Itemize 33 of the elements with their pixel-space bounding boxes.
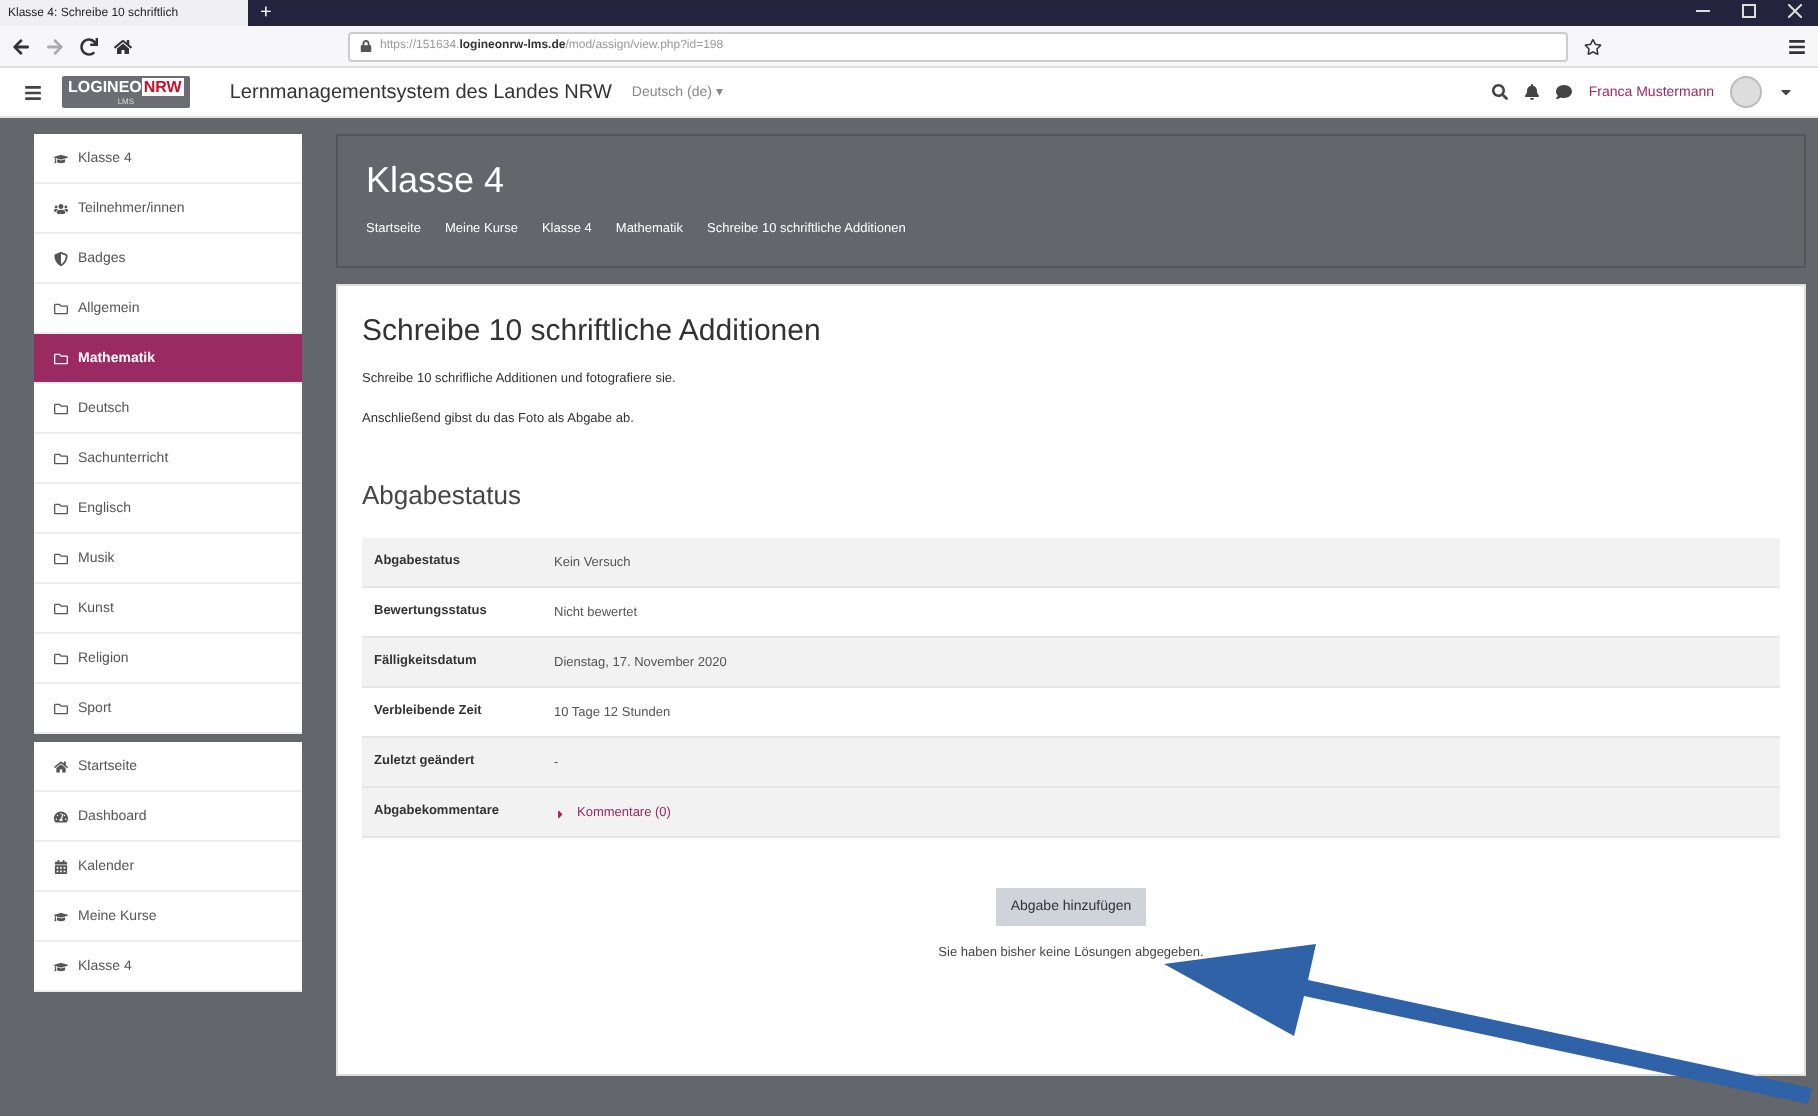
folder-icon: [54, 601, 68, 615]
home-icon[interactable]: [114, 37, 132, 55]
folder-icon: [54, 351, 68, 365]
graduation-cap-icon: [54, 959, 68, 973]
users-icon: [54, 201, 68, 215]
site-title: Lernmanagementsystem des Landes NRW: [229, 81, 612, 103]
gauge-icon: [54, 809, 68, 823]
course-title: Klasse 4: [366, 160, 507, 202]
caret-icon: [554, 807, 567, 820]
new-tab-button[interactable]: +: [248, 0, 284, 26]
home-icon: [54, 759, 68, 773]
menu-icon[interactable]: [1788, 37, 1806, 55]
folder-icon: [54, 701, 68, 715]
shield-icon: [54, 251, 68, 265]
caret-icon[interactable]: [1778, 84, 1794, 100]
search-icon[interactable]: [1492, 84, 1509, 100]
folder-icon: [54, 501, 68, 515]
assignment-title: Schreibe 10 schriftliche Additionen: [362, 314, 823, 348]
graduation-cap-icon: [54, 909, 68, 923]
folder-icon: [54, 451, 68, 465]
section-heading: Abgabestatus: [362, 480, 524, 510]
chat-icon[interactable]: [1556, 84, 1573, 100]
reload-icon[interactable]: [80, 37, 98, 55]
calendar-icon: [54, 859, 68, 873]
bookmark-star-icon[interactable]: [1584, 37, 1602, 55]
folder-icon: [54, 551, 68, 565]
back-icon[interactable]: [12, 37, 30, 55]
graduation-cap-icon: [54, 151, 68, 165]
folder-icon: [54, 301, 68, 315]
bell-icon[interactable]: [1524, 84, 1541, 100]
folder-icon: [54, 401, 68, 415]
folder-icon: [54, 651, 68, 665]
menu-icon[interactable]: [24, 83, 42, 101]
